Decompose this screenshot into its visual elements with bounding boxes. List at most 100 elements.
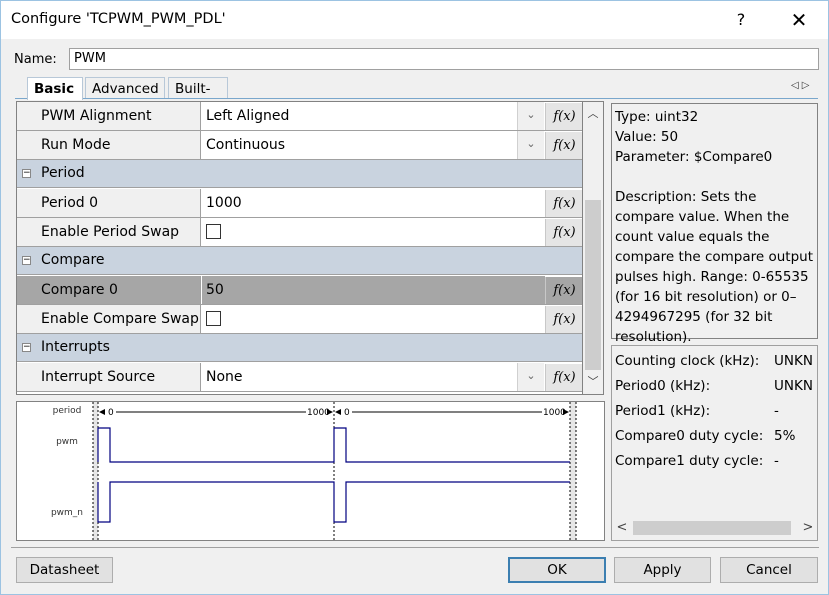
parameter-row[interactable]: Enable Compare Swap f(x) (17, 305, 582, 334)
info-label: Period0 (kHz): (615, 378, 711, 394)
period-arrow-right (327, 409, 333, 415)
category-row[interactable]: − Period (17, 160, 582, 188)
category-row[interactable]: − Compare (17, 247, 582, 275)
desc-type: Type: uint32 (615, 109, 699, 125)
waveform-svg: period pwm pwm_n 0 1000 0 1000 (51, 402, 577, 540)
collapse-icon[interactable]: − (22, 343, 31, 352)
parameter-row[interactable]: Enable Period Swap f(x) (17, 218, 582, 247)
parameter-value-input[interactable]: Left Aligned (202, 102, 545, 130)
desc-parameter: Parameter: $Compare0 (615, 149, 773, 165)
parameter-grid: PWM Alignment Left Aligned ⌄ f(x) Run Mode Co… (16, 101, 583, 395)
info-value: 5% (774, 428, 796, 444)
pwm-n-waveform (97, 481, 570, 523)
signal-label-pwm_n: pwm_n (51, 508, 83, 518)
category-label: Compare (41, 252, 105, 268)
cancel-button[interactable]: Cancel (720, 557, 818, 583)
parameter-label: Enable Period Swap (17, 218, 201, 246)
apply-button[interactable]: Apply (614, 557, 711, 583)
fx-button[interactable]: f(x) (545, 277, 582, 304)
grid-scrollbar[interactable]: ︿ ﹀ (583, 101, 604, 395)
tab-built-in[interactable]: Built-in (168, 77, 228, 115)
category-label: Interrupts (41, 339, 110, 355)
info-label: Counting clock (kHz): (615, 353, 760, 369)
parameter-label: Run Mode (17, 131, 201, 159)
ok-button[interactable]: OK (508, 557, 606, 583)
parameter-value (202, 305, 545, 333)
period-end-label: 1000 (307, 408, 330, 418)
desc-value: Value: 50 (615, 129, 679, 145)
period-arrow-left (99, 409, 105, 415)
fx-button[interactable]: f(x) (545, 190, 582, 217)
tab-advanced[interactable]: Advanced (85, 77, 165, 99)
parameter-row[interactable]: Compare 0 50 f(x) (17, 276, 582, 305)
info-value: UNKN (774, 353, 813, 369)
waveform-end-band (570, 402, 576, 540)
parameter-label: Compare 0 (17, 276, 201, 304)
description-panel: Type: uint32 Value: 50 Parameter: $Compa… (611, 103, 818, 345)
scrollbar-thumb[interactable] (585, 200, 601, 370)
collapse-icon[interactable]: − (22, 169, 31, 178)
info-value: - (774, 403, 779, 419)
title-bar: Configure 'TCPWM_PWM_PDL' ? ✕ (1, 1, 828, 39)
name-input[interactable]: PWM (69, 48, 819, 70)
parameter-value-input[interactable]: Continuous (202, 131, 545, 159)
collapse-icon[interactable]: − (22, 256, 31, 265)
chevron-down-icon[interactable]: ⌄ (517, 363, 544, 391)
fx-button[interactable]: f(x) (545, 306, 582, 333)
period-end-label: 1000 (543, 408, 566, 418)
waveform-preview: period pwm pwm_n 0 1000 0 1000 (16, 401, 605, 541)
signal-label-pwm: pwm (56, 437, 78, 447)
scroll-up-icon[interactable]: ︿ (583, 104, 603, 124)
parameter-checkbox[interactable] (206, 310, 221, 326)
tab-scroll-left-icon[interactable]: ◁ (791, 80, 802, 91)
chevron-down-icon[interactable]: ⌄ (517, 102, 544, 130)
pwm-waveform (97, 427, 570, 463)
parameter-label: Period 0 (17, 189, 201, 217)
category-row[interactable]: − Interrupts (17, 334, 582, 362)
info-hscrollbar[interactable]: < > (613, 518, 817, 538)
info-label: Compare0 duty cycle: (615, 428, 764, 444)
parameter-row[interactable]: Interrupt Source None ⌄ f(x) (17, 363, 582, 392)
info-panel: Counting clock (kHz): UNKN Period0 (kHz): U… (611, 345, 818, 541)
fx-button[interactable]: f(x) (545, 103, 582, 130)
tab-basic[interactable]: Basic (27, 77, 83, 100)
hscrollbar-thumb[interactable] (633, 521, 791, 535)
period-arrow-right (563, 409, 569, 415)
parameter-row[interactable]: Run Mode Continuous ⌄ f(x) (17, 131, 582, 160)
scroll-left-icon[interactable]: < (613, 518, 631, 538)
parameter-value-input[interactable]: None (202, 363, 545, 391)
parameter-value (202, 218, 545, 246)
parameter-label: Enable Compare Swap (17, 305, 201, 333)
parameter-value-input[interactable]: 50 (202, 276, 545, 304)
help-icon[interactable]: ? (729, 7, 753, 33)
datasheet-button[interactable]: Datasheet (16, 557, 113, 583)
name-label: Name: (14, 52, 57, 67)
close-icon[interactable]: ✕ (786, 7, 812, 33)
window-title: Configure 'TCPWM_PWM_PDL' (11, 11, 226, 27)
tab-scroll-right-icon[interactable]: ▷ (802, 80, 813, 91)
info-value: UNKN (774, 378, 813, 394)
scroll-down-icon[interactable]: ﹀ (583, 372, 603, 392)
fx-button[interactable]: f(x) (545, 219, 582, 246)
fx-button[interactable]: f(x) (545, 364, 582, 391)
category-label: Period (41, 165, 85, 181)
parameter-row[interactable]: Period 0 1000 f(x) (17, 189, 582, 218)
tab-divider (15, 98, 818, 99)
footer-separator (11, 547, 819, 548)
desc-text: Description: Sets the compare value. Whe… (615, 189, 814, 345)
period-start-label: 0 (344, 408, 350, 418)
info-label: Compare1 duty cycle: (615, 453, 764, 469)
scroll-right-icon[interactable]: > (799, 518, 817, 538)
chevron-down-icon[interactable]: ⌄ (517, 131, 544, 159)
signal-label-period: period (53, 406, 82, 416)
period-start-label: 0 (108, 408, 114, 418)
parameter-row[interactable]: PWM Alignment Left Aligned ⌄ f(x) (17, 102, 582, 131)
parameter-label: PWM Alignment (17, 102, 201, 130)
fx-button[interactable]: f(x) (545, 132, 582, 159)
parameter-value-input[interactable]: 1000 (202, 189, 545, 217)
tab-scroll-buttons: ◁▷ (791, 80, 812, 91)
waveform-start-band (93, 402, 98, 540)
period-arrow-left (335, 409, 341, 415)
parameter-checkbox[interactable] (206, 223, 221, 239)
info-label: Period1 (kHz): (615, 403, 711, 419)
